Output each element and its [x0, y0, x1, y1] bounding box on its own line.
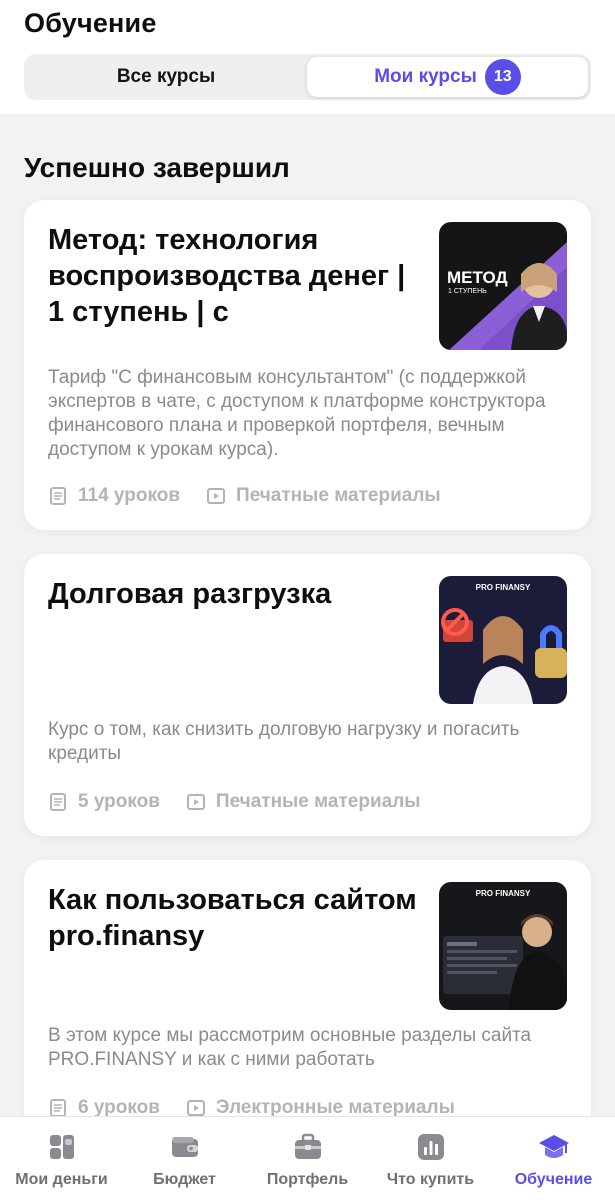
tab-my-courses-label: Мои курсы [374, 66, 477, 87]
tab-learning[interactable]: Обучение [492, 1117, 615, 1200]
course-title: Долговая разгрузка [48, 578, 332, 610]
tab-label: Что купить [386, 1171, 475, 1188]
thumb-brand: PRO FINANSY [475, 583, 531, 592]
course-meta: 5 уроков Печатные материалы [48, 790, 421, 814]
course-thumbnail: PRO FINANSY [439, 882, 567, 1010]
course-description: В этом курсе мы рассмотрим основные разд… [48, 1025, 532, 1070]
course-description: Курс о том, как снизить долговую нагрузк… [48, 719, 520, 764]
tab-budget[interactable]: Бюджет [123, 1117, 246, 1200]
tab-label: Обучение [514, 1171, 593, 1188]
tab-label: Мои деньги [15, 1171, 108, 1188]
wallet-grid-icon [49, 1135, 74, 1159]
lessons-icon [50, 487, 66, 505]
bottom-tab-bar: Мои деньги Бюджет Портфель Что купить Об… [0, 1116, 615, 1200]
materials-label: Печатные материалы [215, 791, 421, 812]
course-card[interactable]: Долговая разгрузка PRO FINANSY Курс о то… [24, 554, 591, 836]
course-filter-segmented-control: Все курсы Мои курсы 13 [24, 54, 591, 100]
thumb-brand: PRO FINANSY [475, 889, 531, 898]
materials-icon [186, 1100, 205, 1116]
section-title: Успешно завершил [24, 152, 290, 183]
tab-my-courses[interactable]: Мои курсы 13 [307, 57, 588, 97]
tab-my-money[interactable]: Мои деньги [0, 1117, 123, 1200]
graduation-cap-icon [538, 1135, 569, 1158]
header: Обучение Все курсы Мои курсы 13 [0, 0, 615, 114]
tab-label: Бюджет [153, 1171, 216, 1188]
thumb-caption-sub: 1 СТУПЕНЬ [448, 288, 487, 295]
briefcase-icon [294, 1133, 321, 1159]
lessons-icon [50, 1099, 66, 1117]
lessons-count: 5 уроков [78, 791, 160, 812]
tab-portfolio[interactable]: Портфель [246, 1117, 369, 1200]
thumb-caption-main: МЕТОД [447, 268, 508, 287]
course-card[interactable]: Как пользоваться сайтом pro.finansy PRO … [24, 860, 591, 1160]
lessons-icon [50, 793, 66, 811]
course-title: Метод: технология воспроизводства денег … [48, 224, 406, 328]
wallet-icon [171, 1137, 198, 1157]
course-thumbnail: PRO FINANSY [439, 576, 567, 704]
course-title: Как пользоваться сайтом pro.finansy [48, 884, 417, 952]
course-card[interactable]: Метод: технология воспроизводства денег … [24, 200, 591, 530]
my-courses-count-badge: 13 [484, 59, 521, 95]
course-thumbnail: МЕТОД 1 СТУПЕНЬ [439, 222, 567, 350]
page-title: Обучение [24, 8, 157, 38]
tab-label: Портфель [266, 1171, 349, 1188]
chart-icon [417, 1134, 444, 1160]
tab-all-courses-label: Все курсы [116, 66, 216, 87]
course-description: Тариф "С финансовым консультантом" (с по… [48, 367, 546, 460]
tab-what-to-buy[interactable]: Что купить [369, 1117, 492, 1200]
tab-all-courses[interactable]: Все курсы [27, 57, 305, 97]
materials-label: Печатные материалы [236, 485, 441, 506]
course-meta: 114 уроков Печатные материалы [48, 484, 441, 508]
lessons-count: 114 уроков [78, 485, 181, 506]
materials-icon [207, 488, 226, 504]
materials-icon [186, 794, 205, 810]
